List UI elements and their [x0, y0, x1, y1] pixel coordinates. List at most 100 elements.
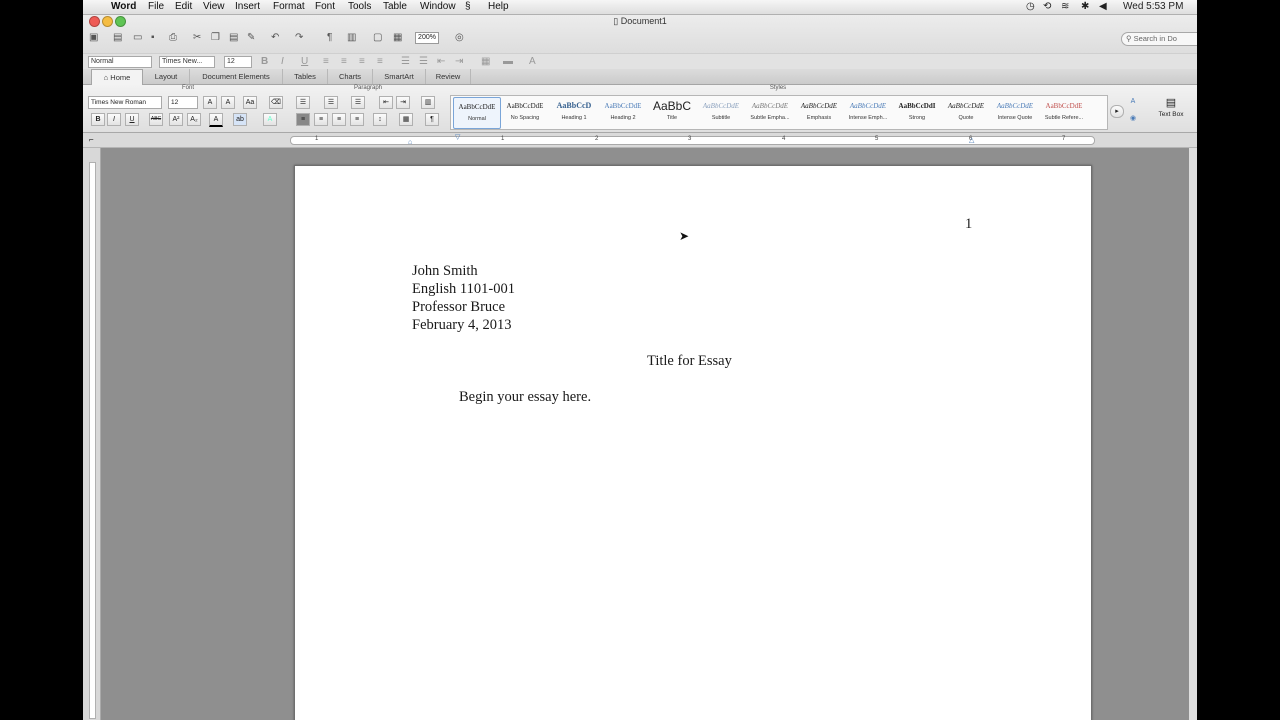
style-intense-emphasis[interactable]: AaBbCcDdE Intense Emph... — [845, 97, 891, 127]
show-formatting-icon[interactable]: ¶ — [327, 31, 332, 45]
ribbon-decrease-indent-icon[interactable]: ⇤ — [379, 96, 393, 109]
right-indent-marker-icon[interactable]: △ — [969, 136, 974, 144]
print-icon[interactable]: ⎙ — [169, 31, 177, 45]
highlight-icon[interactable]: ▬ — [503, 55, 513, 69]
increase-indent-icon[interactable]: ⇥ — [455, 55, 463, 69]
change-case-icon[interactable]: Aa — [243, 96, 257, 109]
text-effects-icon[interactable]: A — [263, 113, 277, 126]
shrink-font-icon[interactable]: A — [221, 96, 235, 109]
bullets-icon[interactable]: ☰ — [401, 55, 410, 69]
menu-app-name[interactable]: Word — [111, 0, 136, 14]
menu-help[interactable]: Help — [488, 0, 509, 14]
underline-icon[interactable]: U — [301, 55, 308, 69]
style-title[interactable]: AaBbC Title — [649, 97, 695, 127]
search-field[interactable]: ⚲ Search in Do — [1121, 32, 1197, 46]
show-hide-icon[interactable]: ¶ — [425, 113, 439, 126]
menu-edit[interactable]: Edit — [175, 0, 192, 14]
italic-icon[interactable]: I — [281, 55, 284, 69]
align-left-icon[interactable]: ≡ — [323, 55, 329, 69]
style-intense-quote[interactable]: AaBbCcDdE Intense Quote — [992, 97, 1038, 127]
date-line[interactable]: February 4, 2013 — [412, 317, 511, 334]
paste-icon[interactable]: ▤ — [229, 31, 238, 45]
style-no-spacing[interactable]: AaBbCcDdE No Spacing — [502, 97, 548, 127]
ribbon-align-center-icon[interactable]: ≡ — [314, 113, 328, 126]
ribbon-align-left-icon[interactable]: ≡ — [296, 113, 310, 126]
tab-tables[interactable]: Tables — [283, 69, 328, 84]
menu-window[interactable]: Window — [420, 0, 456, 14]
horizontal-ruler[interactable]: ⌐ 1 1 2 3 4 5 6 7 ⌂ ▽ △ — [83, 133, 1197, 148]
ribbon-align-right-icon[interactable]: ≡ — [332, 113, 346, 126]
style-select[interactable]: Normal — [88, 56, 152, 68]
document-canvas[interactable]: 1 John Smith English 1101-001 Professor … — [101, 148, 1197, 720]
menu-file[interactable]: File — [148, 0, 164, 14]
font-select[interactable]: Times New... — [159, 56, 215, 68]
style-subtitle[interactable]: AaBbCcDdE Subtitle — [698, 97, 744, 127]
ribbon-increase-indent-icon[interactable]: ⇥ — [396, 96, 410, 109]
tab-review[interactable]: Review — [426, 69, 471, 84]
save-icon[interactable]: ▪ — [151, 31, 155, 45]
script-menu-icon[interactable]: § — [465, 0, 471, 14]
style-strong[interactable]: AaBbCcDdI Strong — [894, 97, 940, 127]
tab-charts[interactable]: Charts — [328, 69, 373, 84]
ribbon-highlight-icon[interactable]: ab — [233, 113, 247, 126]
style-emphasis[interactable]: AaBbCcDdE Emphasis — [796, 97, 842, 127]
multilevel-list-icon[interactable]: ☰ — [351, 96, 365, 109]
shading-icon[interactable]: ▦ — [399, 113, 413, 126]
clear-formatting-icon[interactable]: ⌫ — [269, 96, 283, 109]
media-browser-icon[interactable]: ▦ — [393, 31, 402, 45]
left-indent-marker-icon[interactable]: ⌂ — [408, 139, 412, 146]
essay-title[interactable]: Title for Essay — [647, 353, 732, 370]
ribbon-bullets-icon[interactable]: ☰ — [296, 96, 310, 109]
tab-stop-selector-icon[interactable]: ⌐ — [89, 135, 94, 144]
font-size-select[interactable]: 12 — [224, 56, 252, 68]
style-subtle-reference[interactable]: AaBbCcDdE Subtle Refere... — [1041, 97, 1087, 127]
ribbon-font-color-icon[interactable]: A — [209, 113, 223, 127]
style-subtle-emphasis[interactable]: AaBbCcDdE Subtle Empha... — [747, 97, 793, 127]
numbering-icon[interactable]: ☰ — [419, 55, 428, 69]
document-page[interactable]: 1 John Smith English 1101-001 Professor … — [294, 165, 1092, 720]
borders-icon[interactable]: ▦ — [481, 55, 490, 69]
style-normal[interactable]: AaBbCcDdE Normal — [453, 97, 501, 129]
ribbon-italic-icon[interactable]: I — [107, 113, 121, 126]
superscript-icon[interactable]: A² — [169, 113, 183, 126]
wifi-icon[interactable]: ≋ — [1061, 0, 1069, 14]
ribbon-justify-icon[interactable]: ≡ — [350, 113, 364, 126]
ribbon-bold-icon[interactable]: B — [91, 113, 105, 126]
align-right-icon[interactable]: ≡ — [359, 55, 365, 69]
justify-icon[interactable]: ≡ — [377, 55, 383, 69]
ribbon-font-name[interactable]: Times New Roman — [88, 96, 162, 109]
strikethrough-icon[interactable]: ABC — [149, 113, 163, 126]
vertical-scrollbar[interactable] — [1189, 148, 1197, 720]
copy-icon[interactable]: ❐ — [211, 31, 220, 45]
font-color-icon[interactable]: A — [529, 55, 536, 69]
tab-layout[interactable]: Layout — [143, 69, 190, 84]
toolbox-icon[interactable]: ▢ — [373, 31, 382, 45]
subscript-icon[interactable]: A₂ — [187, 113, 201, 126]
menu-tools[interactable]: Tools — [348, 0, 371, 14]
ribbon-numbering-icon[interactable]: ☰ — [324, 96, 338, 109]
line-spacing-icon[interactable]: ↕ — [373, 113, 387, 126]
bluetooth-icon[interactable]: ✱ — [1081, 0, 1089, 14]
first-line-indent-marker-icon[interactable]: ▽ — [455, 133, 460, 141]
ribbon-font-size[interactable]: 12 — [168, 96, 198, 109]
essay-body[interactable]: Begin your essay here. — [459, 389, 591, 406]
menu-font[interactable]: Font — [315, 0, 335, 14]
style-heading-2[interactable]: AaBbCcDdE Heading 2 — [600, 97, 646, 127]
professor-line[interactable]: Professor Bruce — [412, 299, 505, 316]
menu-format[interactable]: Format — [273, 0, 305, 14]
decrease-indent-icon[interactable]: ⇤ — [437, 55, 445, 69]
sync-icon[interactable]: ⟲ — [1043, 0, 1051, 14]
volume-icon[interactable]: ◀︎ — [1099, 0, 1107, 14]
new-from-template-icon[interactable]: ▣ — [89, 31, 98, 45]
vertical-ruler[interactable] — [83, 148, 101, 720]
open-icon[interactable]: ▭ — [133, 31, 142, 45]
zoom-field[interactable]: 200% — [415, 32, 439, 44]
cut-icon[interactable]: ✂ — [193, 31, 201, 45]
undo-icon[interactable]: ↶ — [271, 31, 279, 45]
manage-styles-icon[interactable]: ◉ — [1127, 113, 1139, 124]
text-box-button[interactable]: ▤ Text Box — [1151, 95, 1191, 118]
ribbon-underline-icon[interactable]: U — [125, 113, 139, 126]
course-line[interactable]: English 1101-001 — [412, 281, 515, 298]
tab-document-elements[interactable]: Document Elements — [190, 69, 283, 84]
clock[interactable]: Wed 5:53 PM — [1123, 0, 1183, 14]
